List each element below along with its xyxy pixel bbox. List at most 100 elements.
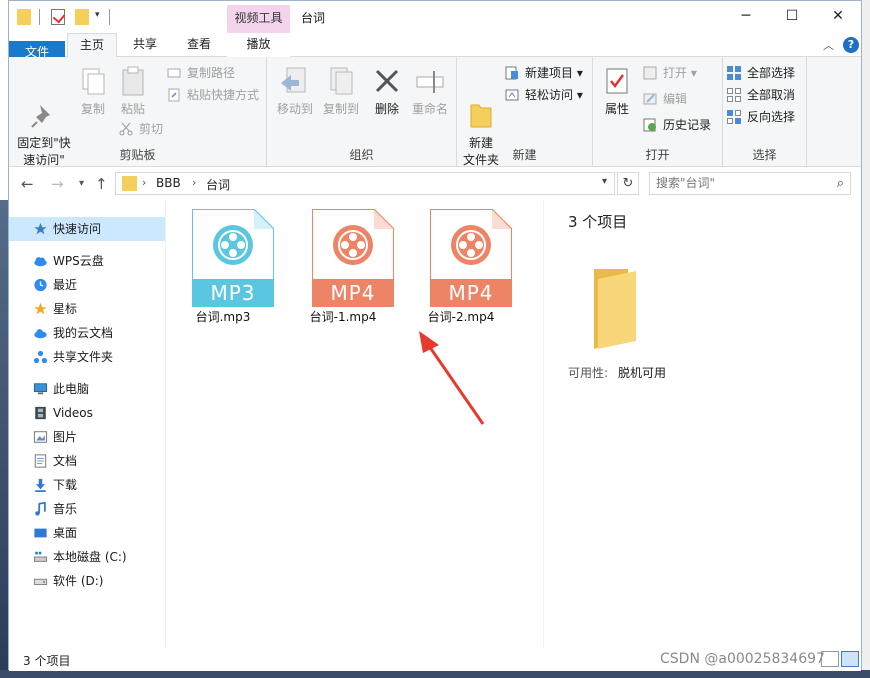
sidebar-item-downloads[interactable]: 下载 [9, 473, 165, 497]
chevron-down-icon[interactable]: ▾ [95, 10, 100, 20]
file-type-badge: MP3 [192, 279, 274, 307]
file-item-mp4-1[interactable]: MP4 台词-1.mp4 [287, 209, 397, 325]
forward-arrow-icon[interactable]: → [51, 175, 64, 193]
cut-button[interactable]: 剪切 [119, 119, 163, 139]
copy-path-button[interactable]: 复制路径 [167, 63, 235, 83]
sidebar-item-label: 此电脑 [53, 382, 90, 396]
up-arrow-icon[interactable]: ↑ [95, 175, 108, 193]
folder-icon[interactable] [17, 9, 31, 25]
sidebar-item-drive-c[interactable]: 本地磁盘 (C:) [9, 545, 165, 569]
tab-home[interactable]: 主页 [67, 33, 117, 58]
sidebar-item-recent[interactable]: 最近 [9, 273, 165, 297]
sidebar-item-starred[interactable]: 星标 [9, 297, 165, 321]
recent-locations-chevron-icon[interactable]: ▾ [79, 178, 84, 189]
chevron-down-icon: ▾ [573, 66, 583, 80]
sidebar-item-my-cloud-docs[interactable]: 我的云文档 [9, 321, 165, 345]
edit-button[interactable]: 编辑 [643, 89, 687, 109]
paste-shortcut-icon [167, 88, 181, 102]
copy-button[interactable]: 复制 [75, 65, 111, 118]
copy-icon [77, 65, 109, 97]
paste-label: 粘贴 [120, 102, 145, 116]
film-reel-icon [333, 225, 373, 265]
cut-label: 剪切 [139, 122, 164, 136]
paste-button[interactable]: 粘贴 [115, 65, 151, 118]
breadcrumb-current[interactable]: 台词 [206, 176, 230, 193]
paste-shortcut-button[interactable]: 粘贴快捷方式 [167, 85, 259, 105]
back-arrow-icon[interactable]: ← [21, 175, 34, 193]
history-label: 历史记录 [663, 118, 712, 132]
large-icons-view-icon[interactable] [841, 651, 859, 667]
sidebar-item-this-pc[interactable]: 此电脑 [9, 377, 165, 401]
search-input[interactable] [656, 176, 816, 190]
invert-selection-button[interactable]: 反向选择 [727, 107, 795, 127]
video-tools-context-tab: 视频工具 [227, 5, 290, 33]
clock-icon [34, 278, 47, 292]
new-folder-quick-icon[interactable] [75, 9, 89, 25]
close-button[interactable]: ✕ [815, 1, 861, 31]
sidebar-item-label: 本地磁盘 (C:) [53, 550, 127, 564]
organize-group-label: 组织 [349, 148, 374, 162]
properties-quick-icon[interactable] [51, 9, 65, 25]
select-none-button[interactable]: 全部取消 [727, 85, 795, 105]
refresh-icon[interactable]: ↻ [617, 172, 639, 195]
maximize-button[interactable]: ☐ [769, 1, 815, 31]
file-item-mp3[interactable]: MP3 台词.mp3 [167, 209, 277, 325]
rename-label: 重命名 [411, 102, 448, 116]
help-icon[interactable]: ? [843, 37, 859, 53]
minimize-button[interactable]: ─ [723, 1, 769, 31]
file-name: 台词-2.mp4 [427, 310, 495, 324]
folder-icon [122, 176, 137, 191]
move-to-button[interactable]: 移动到 [273, 65, 317, 118]
select-all-icon [727, 66, 741, 80]
breadcrumb-bbb[interactable]: BBB [156, 176, 181, 190]
select-all-button[interactable]: 全部选择 [727, 63, 795, 83]
sidebar-item-wps-cloud[interactable]: WPS云盘 [9, 249, 165, 273]
tab-share[interactable]: 共享 [119, 33, 171, 57]
history-button[interactable]: 历史记录 [643, 115, 711, 135]
annotation-arrow [419, 331, 485, 425]
edit-icon [643, 92, 657, 106]
chevron-right-icon[interactable]: › [192, 176, 196, 189]
copy-to-button[interactable]: 复制到 [319, 65, 363, 118]
sidebar-item-documents[interactable]: 文档 [9, 449, 165, 473]
copy-label: 复制 [80, 102, 105, 116]
sidebar-item-shared-folder[interactable]: 共享文件夹 [9, 345, 165, 369]
file-item-mp4-2[interactable]: MP4 台词-2.mp4 [405, 209, 515, 325]
copy-path-icon [167, 66, 181, 80]
delete-button[interactable]: 删除 [369, 65, 405, 118]
sidebar-item-music[interactable]: 音乐 [9, 497, 165, 521]
easy-access-button[interactable]: 轻松访问 ▾ [505, 85, 583, 105]
search-icon[interactable]: ⌕ [837, 176, 844, 191]
sidebar-item-desktop[interactable]: 桌面 [9, 521, 165, 545]
sidebar-item-pictures[interactable]: 图片 [9, 425, 165, 449]
delete-icon [371, 65, 403, 97]
sidebar-item-drive-d[interactable]: 软件 (D:) [9, 569, 165, 593]
properties-button[interactable]: 属性 [599, 65, 635, 118]
divider [109, 9, 110, 25]
select-all-label: 全部选择 [747, 66, 796, 80]
address-history-chevron-icon[interactable]: ▾ [602, 176, 607, 187]
chevron-right-icon[interactable]: › [142, 176, 146, 189]
item-count-heading: 3 个项目 [568, 213, 628, 231]
title-bar: ▾ 视频工具 台词 ─ ☐ ✕ [9, 1, 861, 33]
tab-play[interactable]: 播放 [227, 33, 290, 57]
open-button[interactable]: 打开 ▾ [643, 63, 697, 83]
address-bar[interactable]: › BBB › 台词 ▾ [115, 172, 615, 195]
edit-label: 编辑 [663, 92, 688, 106]
divider [39, 9, 40, 25]
ribbon: 固定到"快 速访问" 复制 粘贴 复制路径 粘贴快捷方式 剪切 剪贴板 移动到 … [9, 57, 861, 167]
search-box[interactable]: ⌕ [649, 172, 851, 195]
rename-button[interactable]: 重命名 [407, 65, 453, 118]
chevron-up-icon[interactable]: ︿ [823, 37, 834, 53]
sidebar-item-quick-access[interactable]: 快速访问 [9, 217, 165, 241]
sidebar-item-videos[interactable]: Videos [9, 401, 165, 425]
new-item-button[interactable]: 新建项目 ▾ [505, 63, 583, 83]
pin-icon [28, 82, 60, 128]
delete-label: 删除 [374, 102, 399, 116]
new-group-label: 新建 [512, 148, 537, 162]
tab-view[interactable]: 查看 [173, 33, 225, 57]
file-name: 台词-1.mp4 [309, 310, 377, 324]
copy-to-icon [325, 65, 357, 97]
mp3-file-icon: MP3 [192, 209, 274, 307]
share-icon [33, 350, 48, 364]
